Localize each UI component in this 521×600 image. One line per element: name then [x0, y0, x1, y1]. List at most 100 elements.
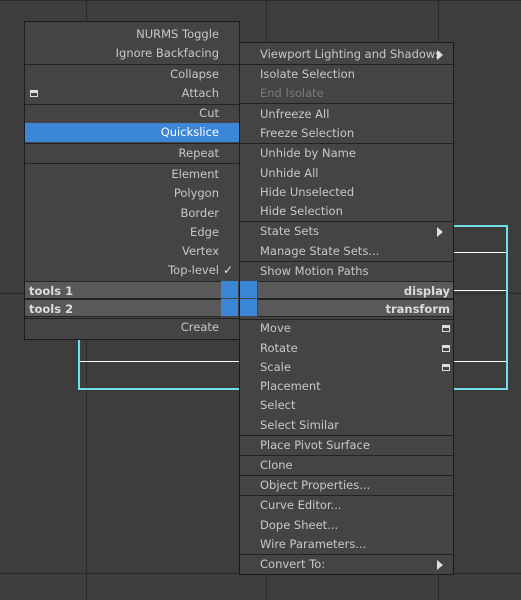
- menu-item-end-isolate: End Isolate: [240, 84, 453, 103]
- menu-item-label: Element: [171, 167, 219, 181]
- menu-item-label: Unhide by Name: [260, 146, 356, 160]
- menu-item-label: Unfreeze All: [260, 107, 330, 121]
- settings-box-icon[interactable]: [442, 325, 450, 332]
- menu-item-label: Cut: [199, 106, 219, 120]
- menu-item-label: Vertex: [182, 244, 219, 258]
- menu-item-label: Show Motion Paths: [260, 264, 369, 278]
- menu-item-wire-parameters[interactable]: Wire Parameters...: [240, 535, 453, 554]
- menu-item-unhide-by-name[interactable]: Unhide by Name: [240, 144, 453, 163]
- submenu-arrow-icon: [437, 560, 443, 570]
- menu-item-label: Wire Parameters...: [260, 537, 367, 551]
- quad-selector-top-right[interactable]: [240, 281, 257, 298]
- menu-item-label: Collapse: [170, 67, 219, 81]
- menu-item-scale[interactable]: Scale: [240, 358, 453, 377]
- menu-item-placement[interactable]: Placement: [240, 377, 453, 396]
- menu-item-select-similar[interactable]: Select Similar: [240, 416, 453, 435]
- menu-item-create[interactable]: Create: [25, 318, 239, 337]
- menu-item-label: Select: [260, 398, 296, 412]
- menu-item-clone[interactable]: Clone: [240, 456, 453, 475]
- menu-item-element[interactable]: Element: [25, 165, 239, 184]
- submenu-arrow-icon: [437, 227, 443, 237]
- menu-item-dope-sheet[interactable]: Dope Sheet...: [240, 516, 453, 535]
- menu-item-unhide-all[interactable]: Unhide All: [240, 164, 453, 183]
- menu-item-curve-editor[interactable]: Curve Editor...: [240, 496, 453, 515]
- quad-header-tools1[interactable]: tools 1: [25, 281, 221, 299]
- menu-item-label: Dope Sheet...: [260, 518, 339, 532]
- menu-item-place-pivot-surface[interactable]: Place Pivot Surface: [240, 436, 453, 455]
- menu-item-quickslice[interactable]: Quickslice: [25, 123, 239, 142]
- menu-item-collapse[interactable]: Collapse: [25, 65, 239, 84]
- menu-item-label: Manage State Sets...: [260, 244, 380, 258]
- menu-item-freeze-selection[interactable]: Freeze Selection: [240, 124, 453, 143]
- menu-item-label: Scale: [260, 360, 291, 374]
- menu-item-vertex[interactable]: Vertex: [25, 242, 239, 261]
- quad-header-label: transform: [385, 302, 450, 316]
- quad-selector-top-left[interactable]: [221, 281, 238, 298]
- menu-item-top-level[interactable]: Top-level ✓: [25, 261, 239, 280]
- menu-item-show-motion-paths[interactable]: Show Motion Paths: [240, 262, 453, 281]
- menu-item-label: Edge: [190, 225, 219, 239]
- menu-item-label: Select Similar: [260, 418, 339, 432]
- quad-header-label: tools 1: [29, 284, 74, 298]
- menu-item-isolate-selection[interactable]: Isolate Selection: [240, 65, 453, 84]
- menu-item-nurms-toggle[interactable]: NURMS Toggle: [25, 25, 239, 44]
- menu-item-label: Unhide All: [260, 166, 319, 180]
- menu-item-label: Quickslice: [160, 125, 219, 139]
- menu-item-hide-selection[interactable]: Hide Selection: [240, 202, 453, 221]
- menu-item-label: Clone: [260, 458, 293, 472]
- menu-item-edge[interactable]: Edge: [25, 223, 239, 242]
- menu-item-label: Border: [180, 206, 219, 220]
- menu-item-label: Hide Unselected: [260, 185, 355, 199]
- menu-item-label: NURMS Toggle: [136, 27, 219, 41]
- menu-item-label: Freeze Selection: [260, 126, 355, 140]
- quad-header-transform[interactable]: transform: [258, 299, 453, 317]
- menu-item-ignore-backfacing[interactable]: Ignore Backfacing: [25, 44, 239, 63]
- menu-item-label: Create: [180, 320, 219, 334]
- submenu-arrow-icon: [437, 50, 443, 60]
- menu-item-rotate[interactable]: Rotate: [240, 339, 453, 358]
- menu-item-label: Viewport Lighting and Shadows: [260, 47, 442, 61]
- checkmark-icon: ✓: [223, 263, 234, 277]
- menu-item-label: Polygon: [173, 186, 219, 200]
- menu-item-label: Placement: [260, 379, 321, 393]
- menu-item-unfreeze-all[interactable]: Unfreeze All: [240, 105, 453, 124]
- menu-item-label: Top-level: [168, 263, 219, 277]
- menu-item-cut[interactable]: Cut: [25, 104, 239, 123]
- menu-item-repeat[interactable]: Repeat: [25, 144, 239, 163]
- menu-item-label: Curve Editor...: [260, 498, 342, 512]
- menu-item-label: Ignore Backfacing: [115, 46, 219, 60]
- settings-box-icon[interactable]: [442, 345, 450, 352]
- menu-item-border[interactable]: Border: [25, 204, 239, 223]
- menu-item-attach[interactable]: Attach: [25, 84, 239, 103]
- menu-item-object-properties[interactable]: Object Properties...: [240, 476, 453, 495]
- menu-item-label: Rotate: [260, 341, 298, 355]
- menu-item-manage-state-sets[interactable]: Manage State Sets...: [240, 242, 453, 261]
- menu-item-hide-unselected[interactable]: Hide Unselected: [240, 183, 453, 202]
- quad-header-label: tools 2: [29, 302, 74, 316]
- menu-item-label: Attach: [181, 86, 219, 100]
- menu-item-label: State Sets: [260, 224, 319, 238]
- quad-header-tools2[interactable]: tools 2: [25, 299, 221, 317]
- menu-item-label: Isolate Selection: [260, 67, 355, 81]
- menu-item-polygon[interactable]: Polygon: [25, 184, 239, 203]
- menu-item-label: Place Pivot Surface: [260, 438, 370, 452]
- menu-item-label: Move: [260, 321, 291, 335]
- settings-box-icon[interactable]: [442, 364, 450, 371]
- menu-item-state-sets[interactable]: State Sets: [240, 222, 453, 241]
- menu-item-viewport-lighting-and-shadows[interactable]: Viewport Lighting and Shadows: [240, 45, 453, 64]
- menu-item-label: Convert To:: [260, 557, 326, 571]
- menu-item-move[interactable]: Move: [240, 319, 453, 338]
- menu-separator: [240, 103, 453, 104]
- menu-item-select[interactable]: Select: [240, 396, 453, 415]
- viewport-grid-line: [0, 0, 521, 1]
- quad-header-display[interactable]: display: [258, 281, 453, 299]
- menu-item-convert-to[interactable]: Convert To:: [240, 555, 453, 574]
- menu-separator: [25, 163, 239, 164]
- quad-header-label: display: [403, 284, 450, 298]
- menu-item-label: Repeat: [178, 146, 219, 160]
- quad-selector-bottom-left[interactable]: [221, 299, 238, 316]
- quad-selector-bottom-right[interactable]: [240, 299, 257, 316]
- menu-item-label: Object Properties...: [260, 478, 371, 492]
- menu-item-label: Hide Selection: [260, 204, 343, 218]
- settings-box-icon[interactable]: [30, 90, 38, 97]
